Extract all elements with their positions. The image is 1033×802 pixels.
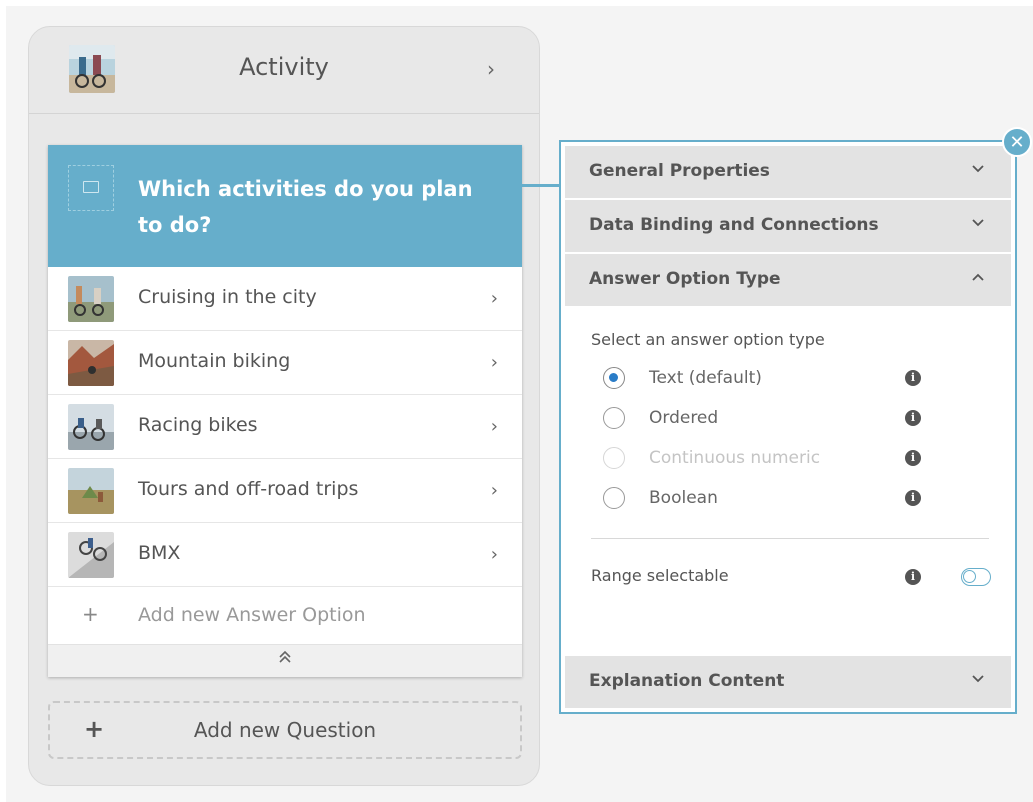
chevron-right-icon[interactable]: › — [491, 480, 498, 501]
chevron-right-icon[interactable]: › — [491, 352, 498, 373]
range-selectable-toggle[interactable] — [961, 568, 991, 586]
connector-line — [520, 184, 560, 187]
radio-button[interactable] — [603, 487, 625, 509]
answer-thumbnail — [68, 404, 114, 450]
radio-button[interactable] — [603, 367, 625, 389]
double-chevron-up-icon — [48, 650, 522, 668]
info-icon[interactable]: i — [905, 450, 921, 466]
select-answer-type-label: Select an answer option type — [591, 330, 825, 349]
info-icon[interactable]: i — [905, 410, 921, 426]
chevron-right-icon[interactable]: › — [491, 544, 498, 565]
info-icon[interactable]: i — [905, 370, 921, 386]
radio-label: Ordered — [649, 408, 719, 428]
image-icon — [83, 181, 99, 193]
answer-label: Racing bikes — [138, 414, 258, 436]
activity-title: Activity — [239, 53, 329, 81]
activity-card: Activity › Which activities do you plan … — [28, 26, 540, 786]
radio-button[interactable] — [603, 407, 625, 429]
collapse-button[interactable] — [48, 644, 522, 677]
radio-option-ordered[interactable]: Ordered i — [603, 404, 983, 434]
plus-icon: + — [82, 602, 99, 626]
add-answer-option-button[interactable]: + Add new Answer Option — [48, 587, 522, 648]
answer-thumbnail — [68, 340, 114, 386]
info-icon[interactable]: i — [905, 569, 921, 585]
section-data-binding[interactable]: Data Binding and Connections — [565, 200, 1011, 252]
chevron-down-icon — [971, 159, 985, 178]
radio-label: Continuous numeric — [649, 448, 821, 468]
chevron-right-icon[interactable]: › — [491, 288, 498, 309]
question-text[interactable]: Which activities do you plan to do? — [138, 171, 478, 243]
toggle-knob — [963, 570, 976, 583]
answer-option[interactable]: Racing bikes › — [48, 395, 522, 459]
chevron-down-icon — [971, 213, 985, 232]
radio-option-continuous-numeric: Continuous numeric i — [603, 444, 983, 474]
section-explanation-content[interactable]: Explanation Content — [565, 656, 1011, 708]
answer-option[interactable]: Cruising in the city › — [48, 267, 522, 331]
divider — [591, 538, 989, 539]
add-question-label: Add new Question — [193, 718, 377, 742]
answer-list: Cruising in the city › Mountain biking › — [48, 267, 522, 648]
section-title: Data Binding and Connections — [589, 215, 879, 235]
radio-label: Boolean — [649, 488, 718, 508]
section-title: Explanation Content — [589, 671, 785, 691]
question-header[interactable]: Which activities do you plan to do? — [48, 145, 522, 267]
chevron-down-icon — [971, 669, 985, 688]
properties-panel: General Properties Data Binding and Conn… — [559, 140, 1017, 714]
section-title: Answer Option Type — [589, 269, 781, 289]
section-title: General Properties — [589, 161, 770, 181]
add-question-button[interactable]: + Add new Question — [48, 701, 522, 759]
close-icon[interactable]: ✕ — [1002, 127, 1032, 157]
answer-label: BMX — [138, 542, 181, 564]
radio-option-text[interactable]: Text (default) i — [603, 364, 983, 394]
radio-button — [603, 447, 625, 469]
add-answer-option-label: Add new Answer Option — [138, 604, 366, 626]
activity-header[interactable]: Activity › — [29, 27, 539, 114]
answer-thumbnail — [68, 532, 114, 578]
answer-label: Mountain biking — [138, 350, 291, 372]
chevron-up-icon — [971, 267, 985, 286]
answer-option[interactable]: BMX › — [48, 523, 522, 587]
section-answer-option-type[interactable]: Answer Option Type — [565, 254, 1011, 306]
answer-label: Tours and off-road trips — [138, 478, 359, 500]
info-icon[interactable]: i — [905, 490, 921, 506]
radio-label: Text (default) — [649, 368, 762, 388]
image-placeholder[interactable] — [68, 165, 114, 211]
answer-thumbnail — [68, 276, 114, 322]
radio-option-boolean[interactable]: Boolean i — [603, 484, 983, 514]
answer-option[interactable]: Tours and off-road trips › — [48, 459, 522, 523]
range-selectable-label: Range selectable — [591, 566, 729, 585]
answer-option[interactable]: Mountain biking › — [48, 331, 522, 395]
answer-thumbnail — [68, 468, 114, 514]
chevron-right-icon[interactable]: › — [487, 57, 495, 81]
section-general-properties[interactable]: General Properties — [565, 146, 1011, 198]
answer-label: Cruising in the city — [138, 286, 317, 308]
question-card: Which activities do you plan to do? Crui… — [48, 145, 522, 677]
chevron-right-icon[interactable]: › — [491, 416, 498, 437]
